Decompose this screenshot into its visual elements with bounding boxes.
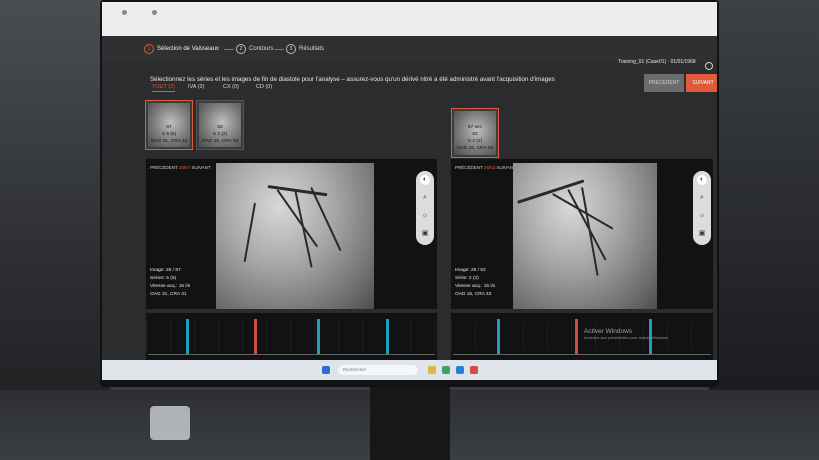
zoom-icon[interactable]: ⌕ — [697, 193, 707, 203]
meta-line: Vitesse acq.: 15 i/s — [150, 284, 191, 289]
brightness-icon[interactable]: ☼ — [697, 211, 707, 221]
image-metadata: Image: 25 / 67 Séries: 5 (5) Vitesse acq… — [150, 267, 190, 299]
frame-next-link[interactable]: SUIVANT — [191, 165, 210, 170]
thumb-label: 67 — [166, 125, 172, 130]
instruction-text: Sélectionnez les séries et les images de… — [150, 76, 555, 83]
watermark-subtitle: Accédez aux paramètres pour activer Wind… — [584, 335, 669, 340]
file-explorer-icon[interactable] — [428, 366, 436, 374]
thumb-label: 67 sec — [467, 125, 483, 130]
window-dot-icon — [122, 10, 127, 15]
thumb-label: OAD 15, CRA 33 — [456, 146, 494, 151]
left-image-viewer[interactable]: PRÉCÉDENT 25/67 SUIVANT Image: 25 / 67 S… — [145, 158, 438, 310]
cup — [150, 406, 190, 440]
viewer-toolbar: ◐ ⌕ ☼ ▣ — [416, 171, 434, 245]
step-number: 1 — [144, 44, 154, 54]
meta-line: Série: 2 (2) — [455, 276, 479, 281]
right-frame-timeline[interactable] — [450, 312, 714, 362]
selected-frame-marker[interactable] — [575, 319, 578, 355]
reset-icon[interactable]: ▣ — [420, 229, 430, 239]
timeline-grid — [146, 321, 437, 351]
edge-icon[interactable] — [456, 366, 464, 374]
step-connector — [224, 49, 234, 50]
contrast-icon[interactable]: ◐ — [420, 175, 430, 185]
frame-marker[interactable] — [497, 319, 500, 355]
user-icon[interactable] — [705, 62, 713, 70]
step-results[interactable]: 3 Résultats — [286, 44, 324, 54]
vessel — [581, 187, 599, 276]
angiogram-image[interactable] — [513, 163, 657, 309]
thumb-label: OAG 31, CRA 31 — [150, 139, 188, 144]
meta-line: OAG 31, CRA 31 — [150, 292, 187, 297]
watermark-title: Activer Windows — [584, 328, 633, 335]
left-frame-timeline[interactable] — [145, 312, 438, 362]
tab-all[interactable]: TOUT (2) — [152, 84, 176, 92]
monitor-screen: 1 Sélection de Vaisseaux 2 Contours 3 Ré… — [102, 2, 717, 380]
app-icon[interactable] — [442, 366, 450, 374]
chrome-icon[interactable] — [470, 366, 478, 374]
frame-navigation: PRÉCÉDENT 25/67 SUIVANT — [150, 165, 211, 170]
meta-line: Séries: 5 (5) — [150, 276, 177, 281]
step-number: 2 — [236, 44, 246, 54]
step-contours[interactable]: 2 Contours — [236, 44, 273, 54]
next-button[interactable]: SUIVANT — [686, 74, 717, 92]
angiogram-image[interactable] — [216, 163, 374, 309]
thumb-label: OAD 15, CRA 33 — [201, 139, 239, 144]
series-thumbnail[interactable]: 53 S 2 (2) OAD 15, CRA 33 — [196, 100, 244, 150]
windows-activation-watermark: Activer Windows Accédez aux paramètres p… — [584, 328, 669, 340]
photo-scene: 1 Sélection de Vaisseaux 2 Contours 3 Ré… — [0, 0, 819, 460]
vessel — [243, 202, 256, 263]
image-metadata: Image: 25 / 53 Série: 2 (2) Vitesse acq.… — [455, 267, 495, 299]
selected-frame-marker[interactable] — [254, 319, 257, 355]
thumb-label: S 2 (2) — [212, 132, 228, 137]
meta-line: Image: 25 / 53 — [455, 268, 486, 273]
frame-marker[interactable] — [317, 319, 320, 355]
step-number: 3 — [286, 44, 296, 54]
step-label: Résultats — [299, 46, 325, 52]
tab-cd[interactable]: CD (0) — [256, 84, 272, 90]
timeline-axis — [148, 354, 435, 355]
zoom-icon[interactable]: ⌕ — [420, 193, 430, 203]
frame-counter: 25/53 — [483, 165, 496, 170]
right-image-viewer[interactable]: PRÉCÉDENT 25/53 SUIVANT Image: 25 / 53 S… — [450, 158, 714, 310]
tab-iva[interactable]: IVA (2) — [188, 84, 204, 90]
meta-line: OAD 15, CRA 33 — [455, 292, 492, 297]
timeline-axis — [453, 354, 711, 355]
start-icon[interactable] — [322, 366, 330, 374]
frame-marker[interactable] — [386, 319, 389, 355]
thumb-label: S 2 (2) — [467, 139, 483, 144]
series-thumbnail[interactable]: 67 sec 53 S 2 (2) OAD 15, CRA 33 — [451, 108, 499, 158]
viewer-toolbar: ◐ ⌕ ☼ ▣ — [693, 171, 711, 245]
thumb-label: S 5 (5) — [161, 132, 177, 137]
thumb-label: 53 — [217, 125, 223, 130]
timeline-grid — [451, 321, 713, 351]
frame-prev-link[interactable]: PRÉCÉDENT — [150, 165, 178, 170]
tab-cx[interactable]: CX (0) — [223, 84, 239, 90]
frame-counter: 25/67 — [178, 165, 191, 170]
taskbar-search[interactable]: Rechercher — [338, 365, 418, 375]
frame-prev-link[interactable]: PRÉCÉDENT — [455, 165, 483, 170]
frame-navigation: PRÉCÉDENT 25/53 SUIVANT — [455, 165, 516, 170]
brightness-icon[interactable]: ☼ — [420, 211, 430, 221]
meta-line: Image: 25 / 67 — [150, 268, 181, 273]
step-vessel-selection[interactable]: 1 Sélection de Vaisseaux — [144, 44, 219, 54]
series-thumbnail[interactable]: 67 S 5 (5) OAG 31, CRA 31 — [145, 100, 193, 150]
contrast-icon[interactable]: ◐ — [697, 175, 707, 185]
previous-button[interactable]: PRÉCÉDENT — [644, 74, 684, 92]
meta-line: Vitesse acq.: 15 i/s — [455, 284, 496, 289]
reset-icon[interactable]: ▣ — [697, 229, 707, 239]
vessel — [294, 189, 313, 268]
frame-marker[interactable] — [186, 319, 189, 355]
thumb-label: 53 — [472, 132, 478, 137]
step-connector — [274, 49, 284, 50]
step-label: Sélection de Vaisseaux — [157, 46, 219, 52]
browser-toolbar — [102, 2, 717, 36]
monitor-stand — [370, 385, 450, 460]
window-dot-icon — [152, 10, 157, 15]
step-label: Contours — [249, 46, 274, 52]
study-info: Training_01 (Case01) · 01/01/1968 — [618, 59, 696, 65]
